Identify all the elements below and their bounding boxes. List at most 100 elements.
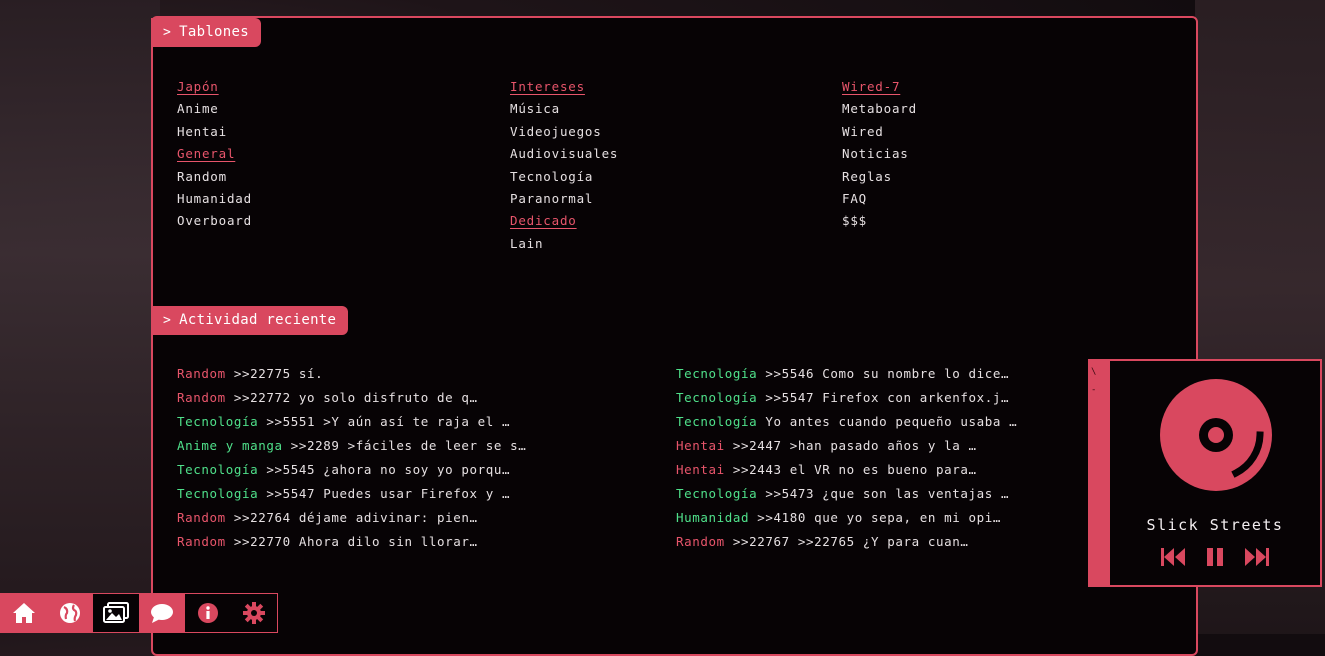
activity-item[interactable]: Random >>22767 >>22765 ¿Y para cuan… — [676, 530, 1017, 554]
chevron-right-icon: > — [163, 313, 172, 328]
skip-back-icon — [1161, 548, 1185, 566]
activity-post-snippet[interactable]: >>5545 ¿ahora no soy yo porqu… — [258, 462, 510, 477]
activity-post-snippet[interactable]: >>22775 sí. — [226, 366, 324, 381]
activity-board-link[interactable]: Random — [676, 534, 725, 549]
board-link[interactable]: $$$ — [842, 210, 917, 232]
activity-post-snippet[interactable]: >>5473 ¿que son las ventajas … — [757, 486, 1009, 501]
activity-post-snippet[interactable]: >>22770 Ahora dilo sin llorar… — [226, 534, 478, 549]
home-button[interactable] — [1, 594, 47, 632]
activity-post-snippet[interactable]: >>4180 que yo sepa, en mi opi… — [749, 510, 1001, 525]
chevron-right-icon: > — [163, 25, 172, 40]
activity-board-link[interactable]: Tecnología — [676, 390, 757, 405]
board-category[interactable]: Dedicado — [510, 210, 618, 232]
activity-item[interactable]: Humanidad >>4180 que yo sepa, en mi opi… — [676, 506, 1017, 530]
taskbar — [0, 593, 278, 633]
player-side-strip[interactable]: \ - — [1090, 361, 1110, 585]
background-left — [0, 0, 160, 634]
board-link[interactable]: Noticias — [842, 143, 917, 165]
activity-post-snippet[interactable]: >>5546 Como su nombre lo dice… — [757, 366, 1009, 381]
board-link[interactable]: Metaboard — [842, 98, 917, 120]
activity-board-link[interactable]: Tecnología — [676, 366, 757, 381]
skip-forward-icon — [1245, 548, 1269, 566]
main-panel: > Tablones Japón Anime Hentai General Random H… — [151, 16, 1198, 656]
activity-post-snippet[interactable]: >>2447 >han pasado años y la … — [725, 438, 977, 453]
music-player: \ - Slick Streets — [1088, 359, 1322, 587]
board-link[interactable]: Reglas — [842, 166, 917, 188]
activity-board-link[interactable]: Hentai — [676, 438, 725, 453]
board-link[interactable]: Audiovisuales — [510, 143, 618, 165]
boards-section-header[interactable]: > Tablones — [151, 18, 261, 47]
activity-item[interactable]: Random >>22775 sí. — [177, 362, 526, 386]
board-link[interactable]: Lain — [510, 233, 618, 255]
activity-post-snippet[interactable]: >>22767 >>22765 ¿Y para cuan… — [725, 534, 969, 549]
board-link[interactable]: Música — [510, 98, 618, 120]
board-link[interactable]: Random — [177, 166, 252, 188]
board-category[interactable]: General — [177, 143, 252, 165]
activity-board-link[interactable]: Tecnología — [177, 486, 258, 501]
activity-board-link[interactable]: Tecnología — [177, 462, 258, 477]
board-link[interactable]: Videojuegos — [510, 121, 618, 143]
activity-post-snippet[interactable]: >>22772 yo solo disfruto de q… — [226, 390, 478, 405]
activity-item[interactable]: Tecnología >>5551 >Y aún así te raja el … — [177, 410, 526, 434]
pause-button[interactable] — [1201, 545, 1229, 569]
globe-icon — [60, 603, 80, 623]
song-title: Slick Streets — [1146, 516, 1284, 534]
activity-item[interactable]: Tecnología >>5473 ¿que son las ventajas … — [676, 482, 1017, 506]
previous-track-button[interactable] — [1159, 545, 1187, 569]
info-button[interactable] — [185, 594, 231, 632]
activity-post-snippet[interactable]: >>2443 el VR no es bueno para… — [725, 462, 977, 477]
activity-post-snippet[interactable]: >>5547 Firefox con arkenfox.j… — [757, 390, 1009, 405]
board-link[interactable]: FAQ — [842, 188, 917, 210]
board-link[interactable]: Anime — [177, 98, 252, 120]
activity-board-link[interactable]: Anime y manga — [177, 438, 283, 453]
activity-board-link[interactable]: Random — [177, 366, 226, 381]
board-category[interactable]: Japón — [177, 76, 252, 98]
activity-item[interactable]: Hentai >>2447 >han pasado años y la … — [676, 434, 1017, 458]
activity-item[interactable]: Random >>22770 Ahora dilo sin llorar… — [177, 530, 526, 554]
gallery-button[interactable] — [93, 594, 139, 632]
activity-board-link[interactable]: Random — [177, 534, 226, 549]
activity-post-snippet[interactable]: >>2289 >fáciles de leer se s… — [283, 438, 527, 453]
boards-section-title: Tablones — [179, 24, 249, 40]
gear-icon — [243, 602, 265, 624]
activity-item[interactable]: Hentai >>2443 el VR no es bueno para… — [676, 458, 1017, 482]
activity-item[interactable]: Tecnología >>5547 Puedes usar Firefox y … — [177, 482, 526, 506]
activity-item[interactable]: Anime y manga >>2289 >fáciles de leer se… — [177, 434, 526, 458]
activity-board-link[interactable]: Random — [177, 510, 226, 525]
activity-post-snippet[interactable]: >>5547 Puedes usar Firefox y … — [258, 486, 510, 501]
board-link[interactable]: Paranormal — [510, 188, 618, 210]
activity-board-link[interactable]: Tecnología — [177, 414, 258, 429]
settings-button[interactable] — [231, 594, 277, 632]
activity-item[interactable]: Tecnología >>5545 ¿ahora no soy yo porqu… — [177, 458, 526, 482]
activity-item[interactable]: Tecnología Yo antes cuando pequeño usaba… — [676, 410, 1017, 434]
activity-item[interactable]: Tecnología >>5547 Firefox con arkenfox.j… — [676, 386, 1017, 410]
board-link[interactable]: Tecnología — [510, 166, 618, 188]
gallery-icon — [103, 602, 129, 623]
board-category[interactable]: Intereses — [510, 76, 618, 98]
activity-item[interactable]: Random >>22764 déjame adivinar: pien… — [177, 506, 526, 530]
globe-button[interactable] — [47, 594, 93, 632]
activity-section-header[interactable]: > Actividad reciente — [151, 306, 349, 335]
boards-column-1: Japón Anime Hentai General Random Humanidad Ov… — [177, 76, 252, 233]
activity-board-link[interactable]: Random — [177, 390, 226, 405]
chat-button[interactable] — [139, 594, 185, 632]
activity-column-right: Tecnología >>5546 Como su nombre lo dice… — [676, 362, 1017, 554]
activity-board-link[interactable]: Tecnología — [676, 414, 757, 429]
pause-icon — [1207, 548, 1223, 566]
activity-post-snippet[interactable]: Yo antes cuando pequeño usaba … — [757, 414, 1017, 429]
activity-board-link[interactable]: Tecnología — [676, 486, 757, 501]
next-track-button[interactable] — [1243, 545, 1271, 569]
activity-board-link[interactable]: Humanidad — [676, 510, 749, 525]
board-category[interactable]: Wired-7 — [842, 76, 917, 98]
activity-item[interactable]: Tecnología >>5546 Como su nombre lo dice… — [676, 362, 1017, 386]
activity-post-snippet[interactable]: >>22764 déjame adivinar: pien… — [226, 510, 478, 525]
board-link[interactable]: Humanidad — [177, 188, 252, 210]
board-link[interactable]: Wired — [842, 121, 917, 143]
board-link[interactable]: Overboard — [177, 210, 252, 232]
activity-board-link[interactable]: Hentai — [676, 462, 725, 477]
info-icon — [198, 603, 218, 623]
activity-item[interactable]: Random >>22772 yo solo disfruto de q… — [177, 386, 526, 410]
activity-post-snippet[interactable]: >>5551 >Y aún así te raja el … — [258, 414, 510, 429]
strip-glyph: \ — [1091, 367, 1097, 377]
board-link[interactable]: Hentai — [177, 121, 252, 143]
